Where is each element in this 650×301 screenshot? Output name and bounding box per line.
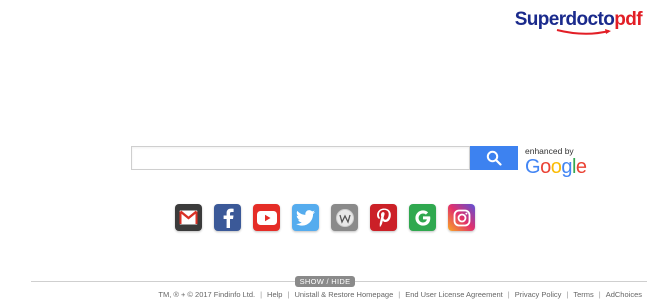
quick-link-instagram[interactable] xyxy=(448,204,475,231)
wikipedia-icon xyxy=(335,208,354,227)
twitter-icon xyxy=(296,209,315,226)
enhanced-by-label: enhanced by xyxy=(525,146,574,156)
help-link[interactable]: Help xyxy=(267,290,282,299)
eula-link[interactable]: End User License Agreement xyxy=(405,290,503,299)
privacy-policy-link[interactable]: Privacy Policy xyxy=(515,290,562,299)
gmail-icon xyxy=(179,210,198,225)
copyright-text: TM, ® + © 2017 Findinfo Ltd. xyxy=(158,290,256,299)
youtube-icon xyxy=(256,210,277,225)
quick-link-pinterest[interactable] xyxy=(370,204,397,231)
facebook-icon xyxy=(223,208,234,228)
google-logo: Google xyxy=(525,156,587,178)
quick-link-gmail[interactable] xyxy=(175,204,202,231)
brand-logo[interactable]: Superdoctopdf xyxy=(514,9,643,35)
terms-link[interactable]: Terms xyxy=(573,290,593,299)
show-hide-toggle[interactable]: SHOW / HIDE xyxy=(295,276,355,287)
quick-link-wikipedia[interactable] xyxy=(331,204,358,231)
instagram-icon xyxy=(453,209,470,226)
quick-link-facebook[interactable] xyxy=(214,204,241,231)
brand-logo-text-primary: Superdocto xyxy=(514,9,615,30)
quick-link-youtube[interactable] xyxy=(253,204,280,231)
google-g-icon xyxy=(414,209,430,226)
search-button[interactable] xyxy=(470,146,518,170)
uninstall-link[interactable]: Unistall & Restore Homepage xyxy=(294,290,393,299)
pinterest-icon xyxy=(376,208,391,227)
enhanced-by-google: enhanced by Google xyxy=(525,146,595,178)
quick-link-twitter[interactable] xyxy=(292,204,319,231)
logo-swoosh-icon xyxy=(556,29,611,35)
adchoices-link[interactable]: AdChoices xyxy=(606,290,642,299)
footer-links: TM, ® + © 2017 Findinfo Ltd. | Help | Unista… xyxy=(158,290,642,299)
quick-link-google[interactable] xyxy=(409,204,436,231)
search-icon xyxy=(486,150,502,166)
brand-logo-text-accent: pdf xyxy=(614,9,642,30)
quick-links xyxy=(175,204,477,231)
search-input[interactable] xyxy=(131,146,470,170)
